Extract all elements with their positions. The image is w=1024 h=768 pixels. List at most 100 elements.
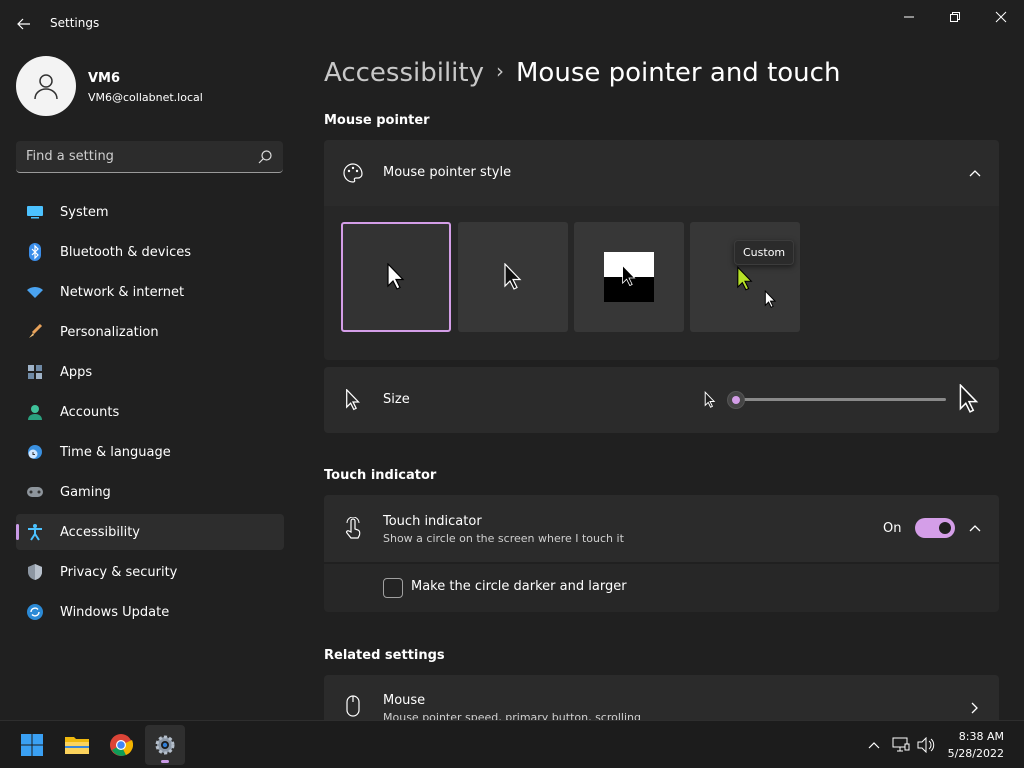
sidebar-item-windows-update[interactable]: Windows Update — [16, 594, 284, 630]
touch-indicator-state: On — [883, 521, 902, 536]
sidebar-item-label: Apps — [60, 364, 93, 380]
sidebar-nav: System Bluetooth & devices Network & int… — [16, 194, 284, 634]
settings-taskbar-button[interactable] — [145, 725, 185, 765]
avatar — [16, 56, 76, 116]
sidebar-item-label: Bluetooth & devices — [60, 244, 191, 260]
breadcrumb-parent[interactable]: Accessibility — [324, 58, 484, 88]
sidebar-item-label: Windows Update — [60, 604, 170, 620]
sidebar-item-label: Network & internet — [60, 284, 185, 300]
monitor-icon — [26, 203, 44, 221]
inverted-preview — [604, 252, 654, 302]
clock-globe-icon — [26, 443, 44, 461]
breadcrumb: Accessibility › Mouse pointer and touch — [324, 58, 840, 88]
bluetooth-icon — [26, 243, 44, 261]
cursor-black-icon — [504, 263, 522, 290]
user-profile[interactable]: VM6 VM6@collabnet.local — [16, 56, 286, 120]
wifi-icon — [26, 283, 44, 301]
pointer-style-options — [324, 206, 999, 360]
network-icon[interactable] — [891, 735, 911, 755]
sidebar-item-time-language[interactable]: Time & language — [16, 434, 284, 470]
sidebar-item-accounts[interactable]: Accounts — [16, 394, 284, 430]
chrome-button[interactable] — [101, 725, 141, 765]
sidebar-item-label: Accessibility — [60, 524, 140, 540]
file-explorer-button[interactable] — [57, 725, 97, 765]
related-mouse-row[interactable]: Mouse Mouse pointer speed, primary butto… — [324, 675, 999, 720]
mouse-description: Mouse pointer speed, primary button, scr… — [383, 711, 641, 720]
page-title: Mouse pointer and touch — [516, 58, 841, 88]
cursor-inverted-icon — [622, 264, 636, 287]
mouse-cursor-icon — [764, 290, 777, 308]
custom-tooltip: Custom — [734, 240, 795, 265]
chevron-up-icon[interactable] — [964, 162, 986, 184]
section-title-related: Related settings — [324, 648, 445, 663]
window-title: Settings — [50, 16, 100, 30]
pointer-style-black[interactable] — [458, 222, 568, 332]
touch-circle-option-row: Make the circle darker and larger — [324, 564, 999, 612]
volume-icon[interactable] — [916, 735, 936, 755]
touch-icon — [342, 517, 364, 539]
taskbar-time[interactable]: 8:38 AM — [959, 730, 1004, 743]
breadcrumb-separator: › — [496, 59, 504, 83]
gamepad-icon — [26, 483, 44, 501]
sidebar-item-label: Personalization — [60, 324, 159, 340]
touch-indicator-label: Touch indicator — [383, 514, 482, 529]
sidebar-item-label: System — [60, 204, 109, 220]
main-content: Accessibility › Mouse pointer and touch Mo… — [324, 0, 1000, 720]
mouse-label: Mouse — [383, 693, 426, 708]
start-icon — [21, 734, 43, 756]
refresh-icon — [26, 603, 44, 621]
pointer-style-white[interactable] — [341, 222, 451, 332]
size-slider-track[interactable] — [736, 398, 946, 401]
section-title-mouse-pointer: Mouse pointer — [324, 113, 430, 128]
taskbar-date[interactable]: 5/28/2022 — [948, 747, 1004, 760]
pointer-style-inverted[interactable] — [574, 222, 684, 332]
search-placeholder: Find a setting — [26, 149, 114, 164]
large-cursor-icon — [958, 383, 980, 418]
sidebar-item-label: Privacy & security — [60, 564, 178, 580]
size-label: Size — [383, 392, 410, 407]
sidebar-item-network[interactable]: Network & internet — [16, 274, 284, 310]
mouse-pointer-style-label: Mouse pointer style — [383, 165, 512, 180]
chevron-up-icon[interactable] — [864, 735, 884, 755]
pointer-icon — [342, 389, 364, 411]
user-email: VM6@collabnet.local — [88, 91, 203, 104]
person-icon — [26, 403, 44, 421]
cursor-white-icon — [387, 263, 405, 290]
mouse-icon — [342, 695, 364, 717]
sidebar-item-accessibility[interactable]: Accessibility — [16, 514, 284, 550]
small-cursor-icon — [704, 391, 716, 413]
accessibility-icon — [26, 523, 44, 541]
checkbox-label: Make the circle darker and larger — [411, 579, 627, 594]
search-input[interactable]: Find a setting — [16, 141, 283, 173]
shield-icon — [26, 563, 44, 581]
chevron-up-icon[interactable] — [964, 517, 986, 539]
cursor-custom-icon — [737, 266, 753, 291]
start-button[interactable] — [12, 725, 52, 765]
sidebar-item-gaming[interactable]: Gaming — [16, 474, 284, 510]
sidebar-item-system[interactable]: System — [16, 194, 284, 230]
sidebar-item-personalization[interactable]: Personalization — [16, 314, 284, 350]
taskbar: 8:38 AM 5/28/2022 — [0, 720, 1024, 768]
darker-larger-checkbox[interactable] — [383, 578, 403, 598]
chrome-icon — [110, 734, 133, 756]
size-slider-thumb[interactable] — [727, 391, 745, 409]
sidebar-item-apps[interactable]: Apps — [16, 354, 284, 390]
sidebar-item-bluetooth[interactable]: Bluetooth & devices — [16, 234, 284, 270]
back-button[interactable] — [10, 10, 38, 38]
settings-icon — [155, 735, 175, 755]
brush-icon — [26, 323, 44, 341]
pointer-style-custom[interactable] — [690, 222, 800, 332]
apps-icon — [26, 363, 44, 381]
search-icon — [258, 150, 272, 164]
section-title-touch-indicator: Touch indicator — [324, 468, 437, 483]
back-arrow-icon — [17, 18, 30, 30]
chevron-right-icon — [964, 697, 986, 719]
sidebar-item-privacy[interactable]: Privacy & security — [16, 554, 284, 590]
sidebar-item-label: Accounts — [60, 404, 120, 420]
touch-indicator-toggle[interactable] — [915, 518, 955, 538]
palette-icon — [342, 162, 364, 184]
person-icon — [34, 74, 58, 100]
mouse-pointer-style-row[interactable]: Mouse pointer style — [324, 140, 999, 206]
sidebar-item-label: Time & language — [60, 444, 171, 460]
file-explorer-icon — [65, 737, 89, 754]
